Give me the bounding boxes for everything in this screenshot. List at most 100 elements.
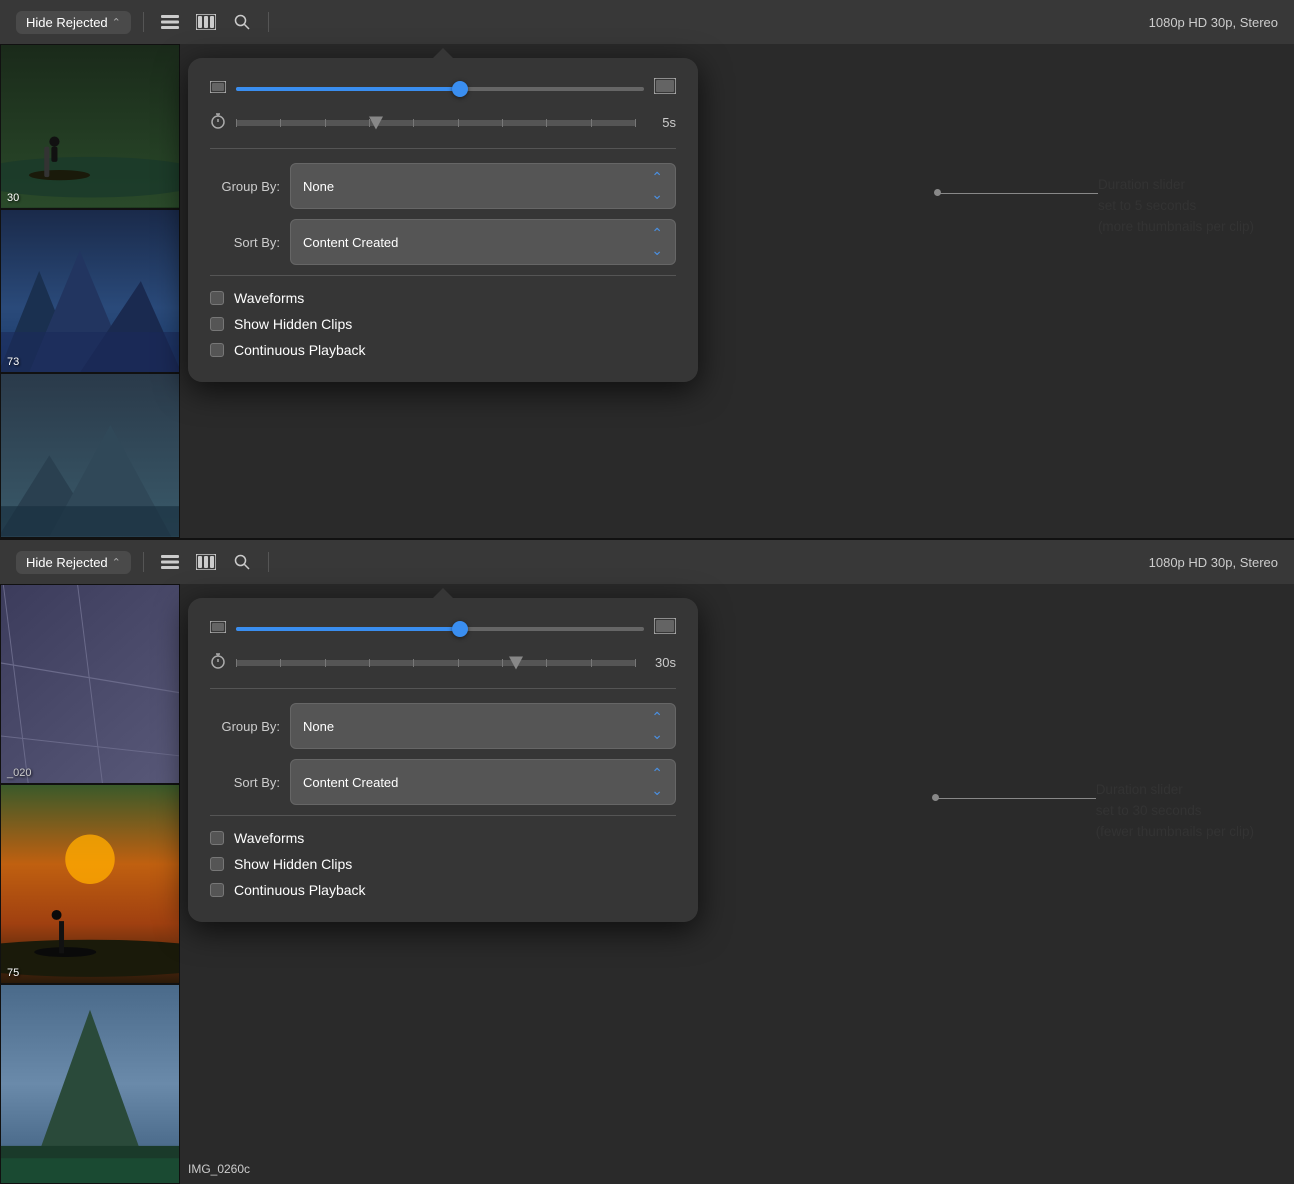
filter-label-2: Hide Rejected bbox=[26, 555, 108, 570]
checkbox-waveforms-box-2[interactable] bbox=[210, 831, 224, 845]
thumb-cell-4: _020 bbox=[0, 584, 180, 784]
filter-chevron-2: ⌃ bbox=[112, 556, 121, 569]
sort-by-select-2[interactable]: Content Created ⌃⌄ bbox=[290, 759, 676, 805]
group-by-row-1: Group By: None ⌃⌄ bbox=[210, 163, 676, 209]
thumb-label-4: _020 bbox=[7, 767, 31, 779]
checkbox-waveforms-2[interactable]: Waveforms bbox=[210, 830, 676, 846]
popup-arrow-2 bbox=[433, 588, 453, 598]
thumb-label-1: 30 bbox=[7, 192, 19, 204]
duration-value-2: 30s bbox=[646, 655, 676, 670]
annotation-top-text: Duration slider set to 5 seconds (more t… bbox=[1098, 175, 1254, 238]
thumb-small-icon bbox=[210, 81, 226, 96]
thumb-label-5: 75 bbox=[7, 967, 19, 979]
search-icon-2[interactable] bbox=[228, 548, 256, 576]
group-by-chevron-2: ⌃⌄ bbox=[651, 709, 663, 743]
annotation-bottom: Duration slider set to 30 seconds (fewer… bbox=[1096, 780, 1254, 843]
separator-4 bbox=[210, 815, 676, 816]
filter-dropdown[interactable]: Hide Rejected ⌃ bbox=[16, 11, 131, 34]
popup-panel-1: 5s Group By: None ⌃⌄ Sort By: Content Cr… bbox=[188, 58, 698, 382]
thumb-large-icon-2 bbox=[654, 618, 676, 639]
duration-slider-2[interactable] bbox=[236, 660, 636, 666]
annotation-bottom-text: Duration slider set to 30 seconds (fewer… bbox=[1096, 780, 1254, 843]
sort-by-value-2: Content Created bbox=[303, 775, 398, 790]
group-by-label-2: Group By: bbox=[210, 719, 280, 734]
thumb-cell-3 bbox=[0, 373, 180, 538]
group-by-row-2: Group By: None ⌃⌄ bbox=[210, 703, 676, 749]
separator-1 bbox=[210, 148, 676, 149]
checkbox-waveforms-1[interactable]: Waveforms bbox=[210, 290, 676, 306]
group-by-value-2: None bbox=[303, 719, 334, 734]
thumbnail-size-slider[interactable] bbox=[236, 87, 644, 91]
popup-panel-2: 30s Group By: None ⌃⌄ Sort By: Content C… bbox=[188, 598, 698, 922]
duration-row-2: 30s bbox=[210, 653, 676, 672]
sort-by-row-2: Sort By: Content Created ⌃⌄ bbox=[210, 759, 676, 805]
sort-by-label-1: Sort By: bbox=[210, 235, 280, 250]
filter-chevron: ⌃ bbox=[112, 16, 121, 29]
img-0260c-label: IMG_0260c bbox=[188, 1162, 250, 1176]
checkbox-continuous-box-2[interactable] bbox=[210, 883, 224, 897]
thumb-cell-5: 75 bbox=[0, 784, 180, 984]
toolbar-bottom: Hide Rejected ⌃ 1080p HD 30p, Stereo bbox=[0, 540, 1294, 584]
group-by-label-1: Group By: bbox=[210, 179, 280, 194]
duration-row-1: 5s bbox=[210, 113, 676, 132]
search-icon[interactable] bbox=[228, 8, 256, 36]
checkbox-hidden-box-2[interactable] bbox=[210, 857, 224, 871]
duration-value-1: 5s bbox=[646, 115, 676, 130]
thumbnail-size-row bbox=[210, 78, 676, 99]
thumb-cell-6 bbox=[0, 984, 180, 1184]
group-by-chevron-1: ⌃⌄ bbox=[651, 169, 663, 203]
toolbar-divider-1 bbox=[143, 12, 144, 32]
checkbox-waveforms-box-1[interactable] bbox=[210, 291, 224, 305]
group-by-select-2[interactable]: None ⌃⌄ bbox=[290, 703, 676, 749]
toolbar-top: Hide Rejected ⌃ 1080p HD 30p, Stereo bbox=[0, 0, 1294, 44]
checkbox-continuous-1[interactable]: Continuous Playback bbox=[210, 342, 676, 358]
checkbox-hidden-1[interactable]: Show Hidden Clips bbox=[210, 316, 676, 332]
timer-icon-2 bbox=[210, 653, 226, 672]
thumbnail-size-slider-2[interactable] bbox=[236, 627, 644, 631]
sort-by-row-1: Sort By: Content Created ⌃⌄ bbox=[210, 219, 676, 265]
popup-arrow-1 bbox=[433, 48, 453, 58]
toolbar-divider-3 bbox=[143, 552, 144, 572]
filter-dropdown-2[interactable]: Hide Rejected ⌃ bbox=[16, 551, 131, 574]
checkbox-waveforms-label-2: Waveforms bbox=[234, 830, 304, 846]
duration-slider-1[interactable] bbox=[236, 120, 636, 126]
checkbox-section-1: Waveforms Show Hidden Clips Continuous P… bbox=[210, 290, 676, 358]
thumb-label-2: 73 bbox=[7, 356, 19, 368]
toolbar-info-2: 1080p HD 30p, Stereo bbox=[1149, 555, 1278, 570]
sort-by-value-1: Content Created bbox=[303, 235, 398, 250]
annotation-top: Duration slider set to 5 seconds (more t… bbox=[1098, 175, 1254, 238]
toolbar-divider-4 bbox=[268, 552, 269, 572]
checkbox-hidden-2[interactable]: Show Hidden Clips bbox=[210, 856, 676, 872]
thumb-grid-bottom: _020 7 bbox=[0, 584, 180, 1184]
checkbox-continuous-label-1: Continuous Playback bbox=[234, 342, 366, 358]
filter-label: Hide Rejected bbox=[26, 15, 108, 30]
filmstrip-icon[interactable] bbox=[192, 8, 220, 36]
checkbox-continuous-box-1[interactable] bbox=[210, 343, 224, 357]
filmstrip-icon-2[interactable] bbox=[192, 548, 220, 576]
thumb-small-icon-2 bbox=[210, 621, 226, 636]
thumb-grid-top: 30 73 bbox=[0, 44, 180, 538]
checkbox-continuous-2[interactable]: Continuous Playback bbox=[210, 882, 676, 898]
list-view-icon[interactable] bbox=[156, 8, 184, 36]
checkbox-waveforms-label-1: Waveforms bbox=[234, 290, 304, 306]
top-section: 30 73 bbox=[0, 0, 1294, 540]
group-by-select-1[interactable]: None ⌃⌄ bbox=[290, 163, 676, 209]
toolbar-info: 1080p HD 30p, Stereo bbox=[1149, 15, 1278, 30]
checkbox-hidden-label-1: Show Hidden Clips bbox=[234, 316, 352, 332]
thumb-cell-1: 30 bbox=[0, 44, 180, 209]
sort-by-chevron-1: ⌃⌄ bbox=[651, 225, 663, 259]
thumb-large-icon bbox=[654, 78, 676, 99]
timer-icon-1 bbox=[210, 113, 226, 132]
checkbox-hidden-label-2: Show Hidden Clips bbox=[234, 856, 352, 872]
sort-by-select-1[interactable]: Content Created ⌃⌄ bbox=[290, 219, 676, 265]
group-by-value-1: None bbox=[303, 179, 334, 194]
sort-by-chevron-2: ⌃⌄ bbox=[651, 765, 663, 799]
checkbox-hidden-box-1[interactable] bbox=[210, 317, 224, 331]
checkbox-continuous-label-2: Continuous Playback bbox=[234, 882, 366, 898]
list-view-icon-2[interactable] bbox=[156, 548, 184, 576]
separator-2 bbox=[210, 275, 676, 276]
sort-by-label-2: Sort By: bbox=[210, 775, 280, 790]
checkbox-section-2: Waveforms Show Hidden Clips Continuous P… bbox=[210, 830, 676, 898]
thumb-cell-2: 73 bbox=[0, 209, 180, 374]
bottom-section: _020 7 bbox=[0, 540, 1294, 1184]
